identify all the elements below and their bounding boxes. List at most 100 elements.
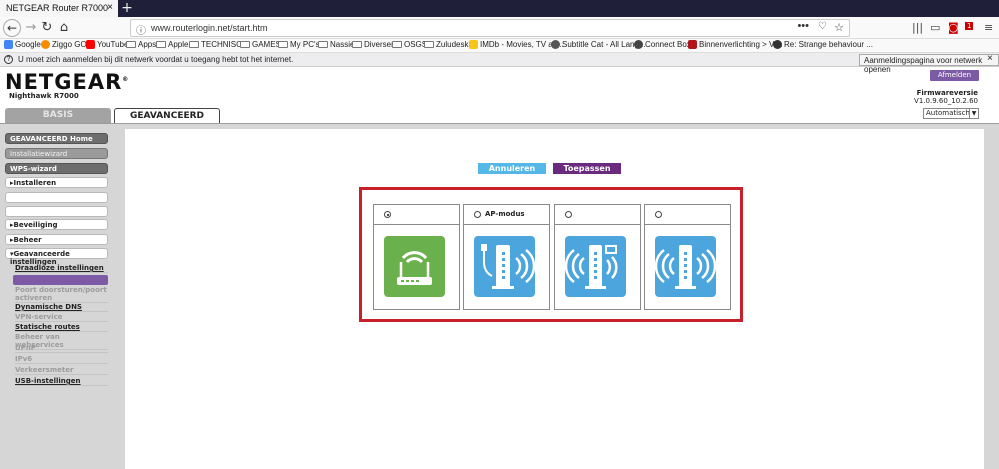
bookmark-strange-behaviour[interactable]: Re: Strange behaviour ... <box>773 40 873 49</box>
imdb-icon <box>469 40 478 49</box>
sidebar-active-indicator <box>13 275 108 285</box>
logout-button[interactable]: Afmelden <box>930 70 979 81</box>
cancel-button[interactable]: Annuleren <box>478 163 546 174</box>
bookmark-folder-apps[interactable]: Apps <box>126 40 156 49</box>
reload-icon[interactable]: ↻ <box>38 19 56 37</box>
repeater-mode-radio[interactable] <box>655 211 662 218</box>
bookmark-youtube[interactable]: YouTube <box>86 40 128 49</box>
bookmark-label: Zuludesk <box>436 40 469 49</box>
bookmark-folder-zuludesk[interactable]: Zuludesk <box>424 40 468 49</box>
folder-icon <box>352 41 362 48</box>
question-icon: ? <box>4 55 13 64</box>
new-tab-button[interactable]: + <box>120 0 134 17</box>
bookmark-folder-apple[interactable]: Apple <box>156 40 188 49</box>
sidebar-administration[interactable]: ▸Beheer <box>5 234 108 245</box>
language-select[interactable]: Automatisch ▼ <box>923 108 979 119</box>
bookmark-folder-nassie[interactable]: Nassie <box>318 40 354 49</box>
sidebar-blank-2 <box>5 206 108 217</box>
folder-icon <box>240 41 250 48</box>
bookmark-imdb[interactable]: IMDb - Movies, TV an... <box>469 40 564 49</box>
folder-icon <box>424 41 434 48</box>
mode-card-router[interactable] <box>373 204 460 310</box>
home-icon[interactable]: ⌂ <box>55 19 73 37</box>
folder-icon <box>278 41 288 48</box>
bookmark-label: Nassie <box>330 40 355 49</box>
firmware-label: Firmwareversie <box>916 89 978 97</box>
mode-card-bridge[interactable] <box>554 204 641 310</box>
bookmark-label: Diversen <box>364 40 396 49</box>
bookmark-label: Re: Strange behaviour ... <box>784 40 873 49</box>
bookmark-star-icon[interactable]: ☆ <box>834 21 844 34</box>
notification-text: U moet zich aanmelden bij dit netwerk vo… <box>18 55 294 64</box>
bookmark-binnenverlichting[interactable]: Binnenverlichting > Vi... <box>688 40 783 49</box>
open-login-page-button[interactable]: Aanmeldingspagina voor netwerk openen <box>859 54 999 74</box>
mode-card-ap[interactable]: AP-modus <box>463 204 550 310</box>
info-icon[interactable]: ⓘ <box>136 22 146 37</box>
back-icon[interactable]: ← <box>3 19 21 37</box>
browser-tab[interactable]: NETGEAR Router R7000 × <box>0 0 118 17</box>
extension-icon[interactable]: ◙ <box>948 21 959 34</box>
mode-card-header <box>555 205 640 225</box>
ziggo-icon <box>41 40 50 49</box>
sidebar-setup-wizard[interactable]: Installatiewizard <box>5 148 108 159</box>
captive-portal-notification: ? U moet zich aanmelden bij dit netwerk … <box>0 53 999 74</box>
url-text: www.routerlogin.net/start.htm <box>151 23 268 33</box>
bookmark-subtitlecat[interactable]: Subtitle Cat - All Lang... <box>551 40 646 49</box>
chevron-down-icon: ▼ <box>969 109 978 118</box>
sidebar-security[interactable]: ▸Beveiliging <box>5 219 108 230</box>
bookmark-label: YouTube <box>97 40 129 49</box>
address-bar[interactable]: ⓘ www.routerlogin.net/start.htm ••• ♡ ☆ <box>130 19 850 37</box>
bookmark-folder-games[interactable]: GAMES <box>240 40 281 49</box>
bookmark-folder-mypcs[interactable]: My PC's <box>278 40 320 49</box>
model-name: Nighthawk R7000 <box>9 92 79 100</box>
sidebar-setup[interactable]: ▸Installeren <box>5 177 108 188</box>
mode-card-repeater[interactable] <box>644 204 731 310</box>
menu-icon[interactable]: ≡ <box>984 21 993 34</box>
globe-icon <box>634 40 643 49</box>
bridge-mode-radio[interactable] <box>565 211 572 218</box>
sidebar-advanced-home[interactable]: GEAVANCEERD Home <box>5 133 108 144</box>
firmware-version: V1.0.9.60_10.2.60 <box>914 97 978 105</box>
apply-button[interactable]: Toepassen <box>553 163 621 174</box>
registered-mark: ® <box>122 76 130 83</box>
bookmark-label: Apps <box>138 40 157 49</box>
notification-badge[interactable]: 1 <box>965 22 974 30</box>
sidebar-wps-wizard[interactable]: WPS-wizard <box>5 163 108 174</box>
bookmark-connectbox[interactable]: Connect Box <box>634 40 691 49</box>
r-icon <box>688 40 697 49</box>
netgear-logo: NETGEAR® <box>5 70 129 94</box>
tab-title: NETGEAR Router R7000 <box>6 3 109 13</box>
page-actions-icon[interactable]: ••• <box>797 20 809 32</box>
library-icon[interactable]: ||| <box>912 21 923 34</box>
access-point-icon <box>474 236 535 297</box>
pocket-icon[interactable]: ♡ <box>818 21 827 32</box>
tab-basic[interactable]: BASIS <box>5 108 111 123</box>
bookmarks-bar: Google Ziggo GO YouTube Apps Apple TECHN… <box>0 39 999 53</box>
sidebar-link-static-routes[interactable]: Statische routes <box>15 323 108 332</box>
bookmark-folder-osgs[interactable]: OSGS <box>392 40 427 49</box>
sidebar-link-usb-settings[interactable]: USB-instellingen <box>15 377 108 386</box>
tab-advanced[interactable]: GEAVANCEERD <box>114 108 220 124</box>
ap-mode-radio[interactable] <box>474 211 481 218</box>
sidebar-icon[interactable]: ▭ <box>930 21 940 34</box>
bookmark-label: Google <box>15 40 41 49</box>
sidebar-advanced-setup[interactable]: ▾Geavanceerde instellingen <box>5 248 108 266</box>
folder-icon <box>392 41 402 48</box>
close-icon[interactable]: × <box>987 53 993 64</box>
close-tab-icon[interactable]: × <box>107 2 113 13</box>
bookmark-google[interactable]: Google <box>4 40 41 49</box>
router-icon <box>384 236 445 297</box>
bookmark-ziggo[interactable]: Ziggo GO <box>41 40 87 49</box>
folder-icon <box>156 41 166 48</box>
bookmark-folder-diversen[interactable]: Diversen <box>352 40 396 49</box>
mode-card-header: AP-modus <box>464 205 549 225</box>
sidebar-link-dynamic-dns[interactable]: Dynamische DNS <box>15 303 108 312</box>
sidebar-link-port-forwarding: Poort doorsturen/poort activeren <box>15 286 108 303</box>
router-mode-radio[interactable] <box>384 211 391 218</box>
browser-tab-bar: NETGEAR Router R7000 × + <box>0 0 999 17</box>
sidebar-link-wireless-settings[interactable]: Draadloze instellingen <box>15 264 108 273</box>
bookmark-folder-technisch[interactable]: TECHNISCH <box>189 40 248 49</box>
ap-mode-label: AP-modus <box>485 210 525 218</box>
navigation-bar: ← → ↻ ⌂ ⓘ www.routerlogin.net/start.htm … <box>0 17 999 39</box>
repeater-icon <box>655 236 716 297</box>
